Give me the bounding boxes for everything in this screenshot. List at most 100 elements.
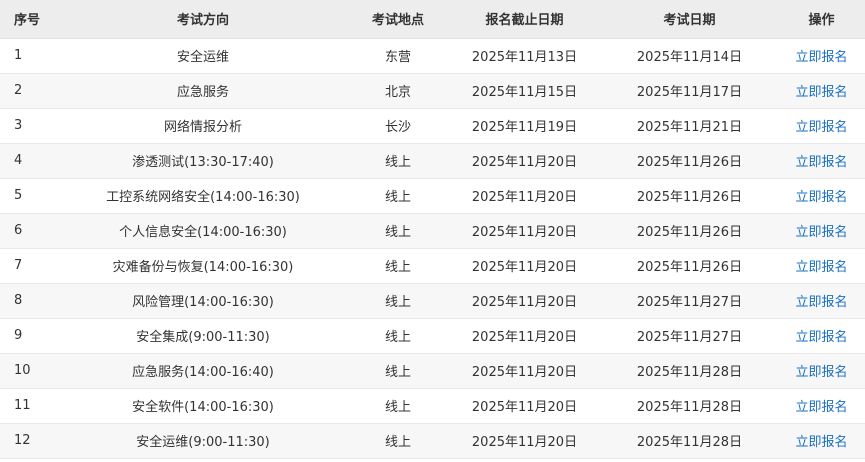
- cell-action: 立即报名: [778, 108, 865, 144]
- cell-direction: 风险管理(14:00-16:30): [58, 283, 348, 319]
- cell-direction: 安全集成(9:00-11:30): [58, 318, 348, 354]
- apply-now-link[interactable]: 立即报名: [795, 435, 847, 450]
- apply-now-link[interactable]: 立即报名: [795, 50, 847, 65]
- cell-action: 立即报名: [778, 178, 865, 214]
- cell-no: 10: [0, 353, 58, 389]
- apply-now-link[interactable]: 立即报名: [795, 295, 847, 310]
- cell-location: 东营: [348, 38, 448, 74]
- cell-deadline: 2025年11月20日: [448, 388, 601, 424]
- cell-action: 立即报名: [778, 38, 865, 74]
- cell-exam-date: 2025年11月27日: [601, 283, 778, 319]
- cell-deadline: 2025年11月20日: [448, 318, 601, 354]
- cell-location: 线上: [348, 283, 448, 319]
- table-row: 1 安全运维 东营 2025年11月13日 2025年11月14日 立即报名: [0, 38, 865, 74]
- cell-exam-date: 2025年11月17日: [601, 73, 778, 109]
- cell-action: 立即报名: [778, 423, 865, 459]
- apply-now-link[interactable]: 立即报名: [795, 400, 847, 415]
- cell-direction: 灾难备份与恢复(14:00-16:30): [58, 248, 348, 284]
- cell-deadline: 2025年11月20日: [448, 353, 601, 389]
- table-row: 10 应急服务(14:00-16:40) 线上 2025年11月20日 2025年11月…: [0, 353, 865, 389]
- table-row: 4 渗透测试(13:30-17:40) 线上 2025年11月20日 2025年11月2…: [0, 143, 865, 179]
- cell-direction: 网络情报分析: [58, 108, 348, 144]
- table-row: 9 安全集成(9:00-11:30) 线上 2025年11月20日 2025年11月27…: [0, 318, 865, 354]
- header-action: 操作: [778, 0, 865, 39]
- table-row: 2 应急服务 北京 2025年11月15日 2025年11月17日 立即报名: [0, 73, 865, 109]
- cell-location: 线上: [348, 353, 448, 389]
- table-body: 1 安全运维 东营 2025年11月13日 2025年11月14日 立即报名 2 应急服务 北京…: [0, 38, 865, 459]
- apply-now-link[interactable]: 立即报名: [795, 330, 847, 345]
- cell-no: 11: [0, 388, 58, 424]
- table-row: 8 风险管理(14:00-16:30) 线上 2025年11月20日 2025年11月2…: [0, 283, 865, 319]
- cell-exam-date: 2025年11月21日: [601, 108, 778, 144]
- cell-no: 2: [0, 73, 58, 109]
- cell-no: 6: [0, 213, 58, 249]
- cell-location: 线上: [348, 388, 448, 424]
- cell-location: 线上: [348, 143, 448, 179]
- cell-deadline: 2025年11月20日: [448, 283, 601, 319]
- apply-now-link[interactable]: 立即报名: [795, 225, 847, 240]
- cell-direction: 渗透测试(13:30-17:40): [58, 143, 348, 179]
- cell-deadline: 2025年11月20日: [448, 213, 601, 249]
- cell-location: 线上: [348, 178, 448, 214]
- cell-location: 线上: [348, 248, 448, 284]
- cell-location: 线上: [348, 423, 448, 459]
- cell-action: 立即报名: [778, 353, 865, 389]
- apply-now-link[interactable]: 立即报名: [795, 190, 847, 205]
- cell-deadline: 2025年11月20日: [448, 143, 601, 179]
- table-header-row: 序号 考试方向 考试地点 报名截止日期 考试日期 操作: [0, 0, 865, 39]
- cell-deadline: 2025年11月20日: [448, 178, 601, 214]
- cell-no: 12: [0, 423, 58, 459]
- cell-no: 7: [0, 248, 58, 284]
- cell-direction: 工控系统网络安全(14:00-16:30): [58, 178, 348, 214]
- exam-schedule-table: 序号 考试方向 考试地点 报名截止日期 考试日期 操作 1 安全运维 东营 2025年…: [0, 0, 865, 459]
- cell-exam-date: 2025年11月26日: [601, 178, 778, 214]
- cell-location: 北京: [348, 73, 448, 109]
- cell-exam-date: 2025年11月26日: [601, 213, 778, 249]
- cell-deadline: 2025年11月19日: [448, 108, 601, 144]
- cell-action: 立即报名: [778, 318, 865, 354]
- cell-deadline: 2025年11月13日: [448, 38, 601, 74]
- cell-action: 立即报名: [778, 283, 865, 319]
- apply-now-link[interactable]: 立即报名: [795, 155, 847, 170]
- header-exam-date: 考试日期: [601, 0, 778, 39]
- cell-direction: 安全软件(14:00-16:30): [58, 388, 348, 424]
- cell-direction: 安全运维(9:00-11:30): [58, 423, 348, 459]
- cell-direction: 应急服务: [58, 73, 348, 109]
- table-row: 3 网络情报分析 长沙 2025年11月19日 2025年11月21日 立即报名: [0, 108, 865, 144]
- cell-exam-date: 2025年11月14日: [601, 38, 778, 74]
- cell-no: 8: [0, 283, 58, 319]
- cell-no: 1: [0, 38, 58, 74]
- cell-location: 长沙: [348, 108, 448, 144]
- apply-now-link[interactable]: 立即报名: [795, 85, 847, 100]
- cell-exam-date: 2025年11月28日: [601, 353, 778, 389]
- cell-action: 立即报名: [778, 248, 865, 284]
- apply-now-link[interactable]: 立即报名: [795, 260, 847, 275]
- cell-direction: 个人信息安全(14:00-16:30): [58, 213, 348, 249]
- header-no: 序号: [0, 0, 58, 39]
- table-row: 12 安全运维(9:00-11:30) 线上 2025年11月20日 2025年11月2…: [0, 423, 865, 459]
- apply-now-link[interactable]: 立即报名: [795, 365, 847, 380]
- cell-direction: 安全运维: [58, 38, 348, 74]
- table-row: 11 安全软件(14:00-16:30) 线上 2025年11月20日 2025年11月…: [0, 388, 865, 424]
- cell-location: 线上: [348, 213, 448, 249]
- table-row: 6 个人信息安全(14:00-16:30) 线上 2025年11月20日 2025年11…: [0, 213, 865, 249]
- table-row: 7 灾难备份与恢复(14:00-16:30) 线上 2025年11月20日 2025年1…: [0, 248, 865, 284]
- cell-location: 线上: [348, 318, 448, 354]
- cell-action: 立即报名: [778, 213, 865, 249]
- header-location: 考试地点: [348, 0, 448, 39]
- cell-exam-date: 2025年11月28日: [601, 423, 778, 459]
- cell-action: 立即报名: [778, 388, 865, 424]
- cell-no: 4: [0, 143, 58, 179]
- cell-exam-date: 2025年11月26日: [601, 248, 778, 284]
- cell-no: 3: [0, 108, 58, 144]
- table-header: 序号 考试方向 考试地点 报名截止日期 考试日期 操作: [0, 0, 865, 39]
- cell-direction: 应急服务(14:00-16:40): [58, 353, 348, 389]
- cell-exam-date: 2025年11月27日: [601, 318, 778, 354]
- header-deadline: 报名截止日期: [448, 0, 601, 39]
- apply-now-link[interactable]: 立即报名: [795, 120, 847, 135]
- cell-deadline: 2025年11月20日: [448, 248, 601, 284]
- header-direction: 考试方向: [58, 0, 348, 39]
- cell-no: 9: [0, 318, 58, 354]
- exam-schedule-panel: 序号 考试方向 考试地点 报名截止日期 考试日期 操作 1 安全运维 东营 2025年…: [0, 0, 865, 462]
- cell-action: 立即报名: [778, 73, 865, 109]
